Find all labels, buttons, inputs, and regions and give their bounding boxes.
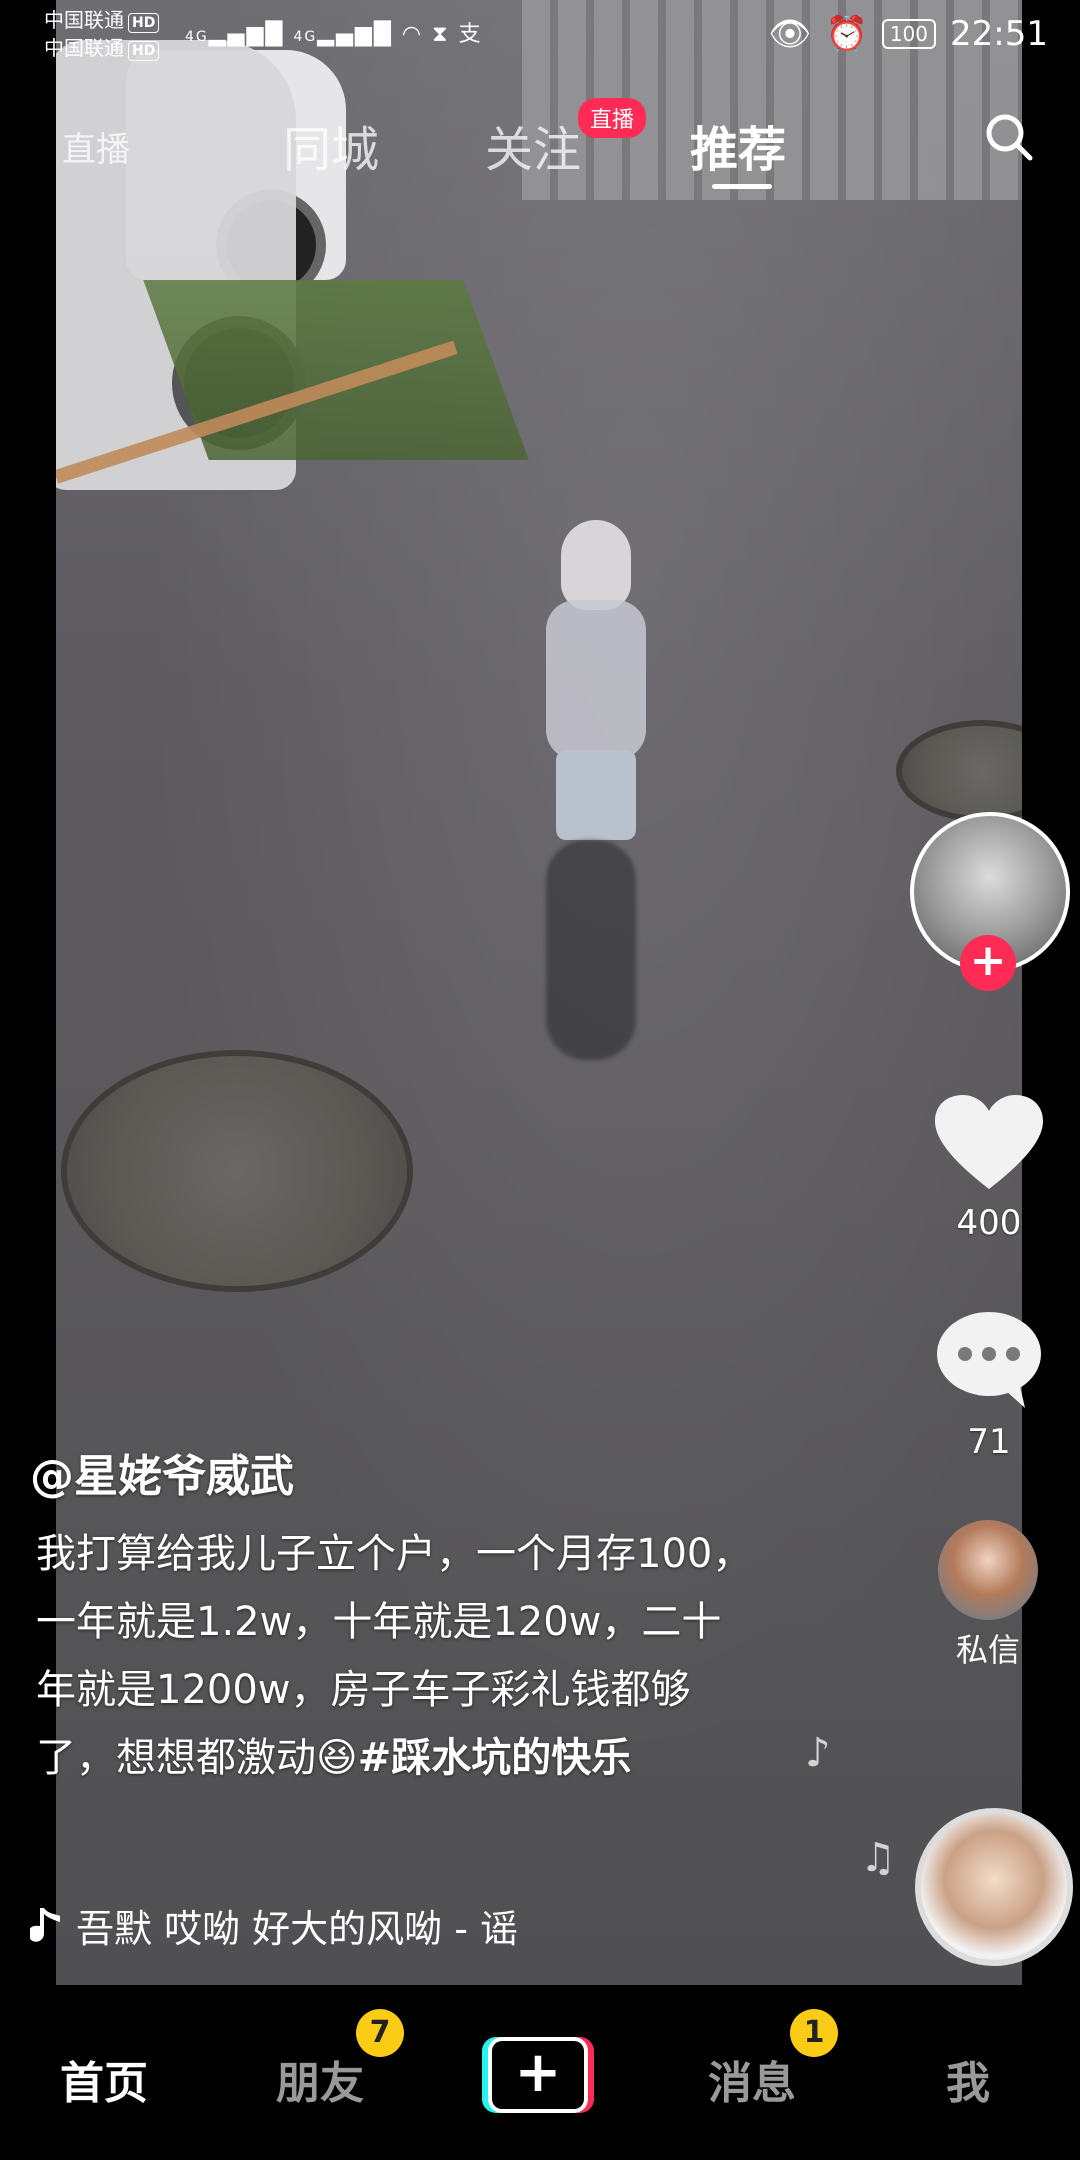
live-badge: 直播 [578, 98, 647, 138]
song-title: 吾默 哎呦 好大的风呦 - 谣 [76, 1907, 519, 1951]
battery-icon: 100 [881, 19, 937, 49]
top-nav: 直播 同城 关注 直播 推荐 [0, 98, 1080, 190]
friends-badge: 7 [356, 2009, 404, 2057]
hd-badge: HD [128, 13, 160, 33]
manhole-cover [61, 1050, 413, 1292]
carrier-1: 中国联通 [44, 8, 124, 32]
comment-icon [937, 1312, 1041, 1408]
signal-icon: ▂▄▆█ [317, 22, 393, 47]
hd-badge: HD [128, 41, 160, 61]
heart-icon [935, 1095, 1043, 1189]
status-bar: 中国联通 HD 中国联通 HD 4G▂▄▆█ 4G▂▄▆█ ◠ ⧗ 支 👁 ⏰ 10… [0, 0, 1080, 70]
follow-button[interactable]: + [960, 935, 1016, 991]
like-count: 400 [956, 1203, 1022, 1243]
private-message-avatar[interactable] [938, 1520, 1038, 1620]
carrier-info: 中国联通 HD 中国联通 HD [44, 6, 160, 62]
author-name[interactable]: @星姥爷威武 [30, 1440, 294, 1504]
tab-recommended[interactable]: 推荐 [690, 110, 786, 180]
bottom-nav: 首页 朋友 7 + 消息 1 我 [0, 1985, 1080, 2160]
messages-badge: 1 [790, 2009, 838, 2057]
network-4g-2: 4G [293, 29, 318, 45]
clock: 22:51 [950, 14, 1048, 54]
music-icon [30, 1907, 60, 1942]
hourglass-icon: ⧗ [432, 22, 450, 47]
plus-icon: + [492, 2041, 584, 2109]
create-button[interactable]: + [482, 2037, 594, 2113]
music-note-icon: ♫ [860, 1835, 896, 1881]
comment-button[interactable]: 71 [935, 1310, 1043, 1462]
private-message-label[interactable]: 私信 [930, 1625, 1046, 1671]
tab-following[interactable]: 关注 [485, 110, 581, 180]
video-caption: 我打算给我儿子立个户，一个月存100，一年就是1.2w，十年就是120w，二十年… [36, 1520, 756, 1792]
music-note-icon: ♪ [805, 1730, 831, 1776]
carrier-2: 中国联通 [44, 36, 124, 60]
eye-icon: 👁 [768, 14, 812, 54]
search-icon[interactable] [984, 112, 1034, 162]
tab-nearby[interactable]: 同城 [283, 110, 379, 180]
manhole-cover [896, 720, 1022, 822]
song-info[interactable]: 吾默 哎呦 好大的风呦 - 谣 [30, 1898, 518, 1953]
child-figure [526, 520, 666, 840]
tab-live[interactable]: 直播 [62, 122, 130, 171]
active-tab-indicator [712, 184, 772, 189]
alarm-icon: ⏰ [825, 14, 868, 54]
nav-messages[interactable]: 消息 [708, 2047, 796, 2111]
signal-icon: ▂▄▆█ [208, 22, 285, 47]
nav-home[interactable]: 首页 [60, 2047, 148, 2111]
comment-count: 71 [967, 1422, 1011, 1462]
music-disc[interactable] [915, 1808, 1073, 1966]
app-icon: 支 [458, 22, 483, 47]
wifi-icon: ◠ [401, 22, 424, 47]
like-button[interactable]: 400 [935, 1095, 1043, 1243]
hashtag-link[interactable]: #踩水坑的快乐 [358, 1735, 632, 1781]
signal-icons: 4G▂▄▆█ 4G▂▄▆█ ◠ ⧗ 支 [185, 16, 483, 48]
child-reflection [546, 840, 636, 1060]
network-4g: 4G [185, 29, 209, 45]
nav-me[interactable]: 我 [946, 2047, 990, 2111]
nav-friends[interactable]: 朋友 [276, 2047, 364, 2111]
